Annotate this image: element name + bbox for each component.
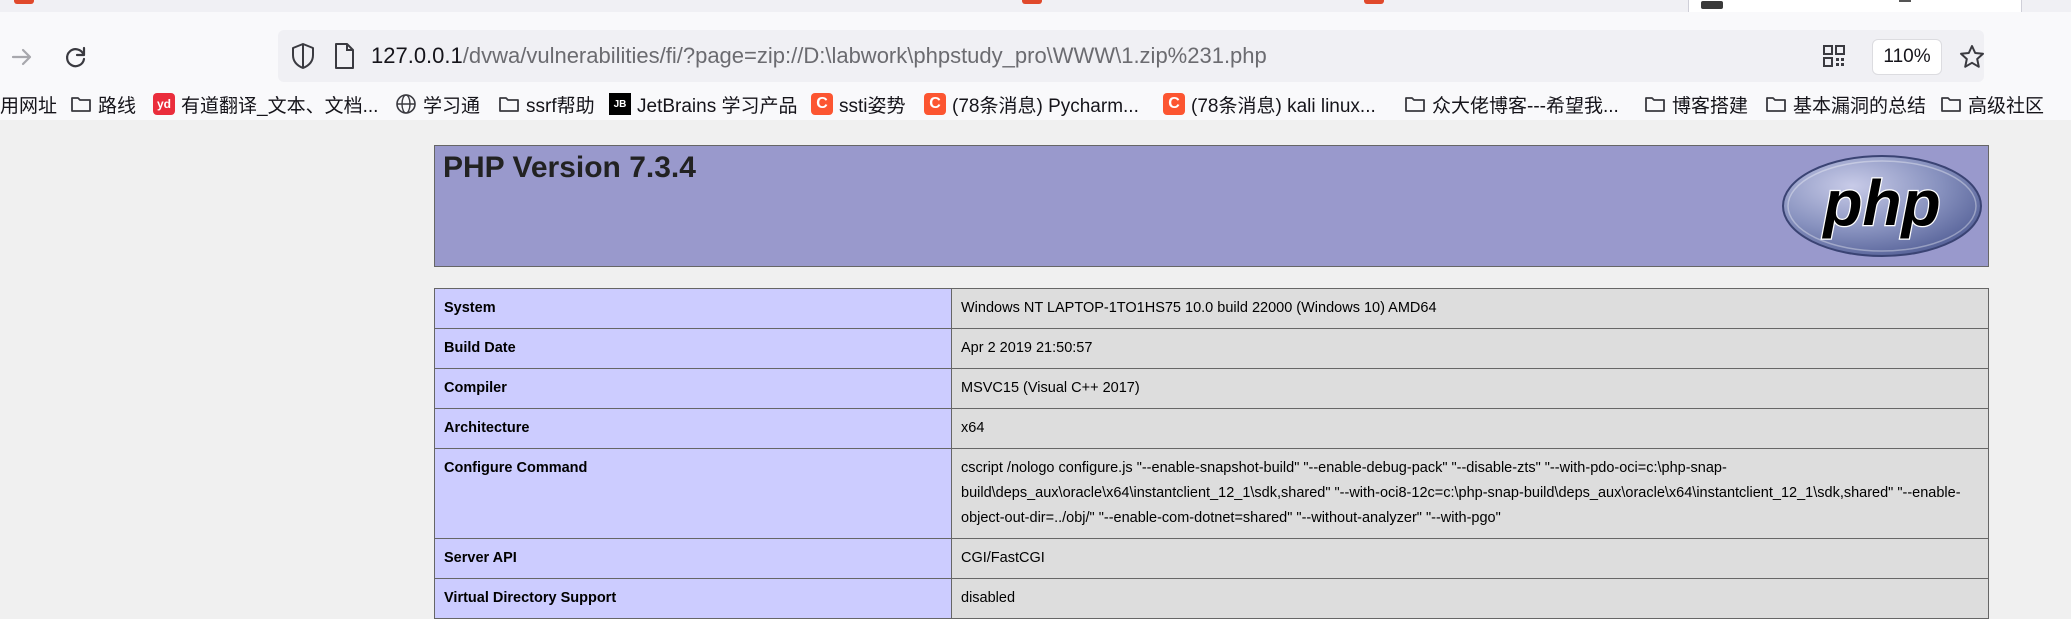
bookmark-label: 基本漏洞的总结 xyxy=(1793,95,1927,117)
bookmark-label: 路线 xyxy=(98,95,137,117)
info-key: Compiler xyxy=(434,368,952,409)
folder-icon xyxy=(1404,94,1426,114)
url-text[interactable]: 127.0.0.1/dvwa/vulnerabilities/fi/?page=… xyxy=(371,42,1267,70)
bookmarks-toolbar: 用网址 路线 yd 有道翻译_文本、文档... 学习通 ssrf帮助 JB Je… xyxy=(0,88,2071,120)
tab-favicon-icon[interactable] xyxy=(1364,0,1384,4)
folder-icon xyxy=(498,94,520,114)
info-key: Server API xyxy=(434,538,952,579)
table-row: Server API CGI/FastCGI xyxy=(434,538,1989,579)
url-host: 127.0.0.1 xyxy=(371,43,463,68)
bookmark-item[interactable]: yd 有道翻译_文本、文档... xyxy=(153,90,378,118)
qr-code-icon[interactable] xyxy=(1822,44,1846,73)
bookmark-item[interactable]: 学习通 xyxy=(395,90,480,118)
bookmark-label: 博客搭建 xyxy=(1672,95,1749,117)
bookmark-item[interactable]: C (78条消息) Pycharm... xyxy=(924,90,1139,118)
forward-button[interactable] xyxy=(4,39,40,75)
bookmark-label: 众大佬博客---希望我... xyxy=(1432,95,1619,117)
folder-icon xyxy=(1940,94,1962,114)
url-path: /dvwa/vulnerabilities/fi/?page=zip://D:\… xyxy=(462,43,1267,68)
bookmark-label: (78条消息) kali linux... xyxy=(1191,95,1376,117)
info-value: Apr 2 2019 21:50:57 xyxy=(951,328,1989,369)
bookmark-label: 学习通 xyxy=(423,95,481,117)
navigation-toolbar: 127.0.0.1/dvwa/vulnerabilities/fi/?page=… xyxy=(0,12,2071,96)
globe-icon xyxy=(395,93,417,115)
info-key: Virtual Directory Support xyxy=(434,578,952,619)
address-bar[interactable]: 127.0.0.1/dvwa/vulnerabilities/fi/?page=… xyxy=(278,30,1984,82)
php-logo-text: php xyxy=(1821,167,1940,239)
bookmark-star-icon[interactable] xyxy=(1958,43,1986,76)
bookmark-item[interactable]: C ssti姿势 xyxy=(811,90,906,118)
tracking-protection-shield-icon[interactable] xyxy=(290,42,316,75)
bookmark-label: 高级社区 xyxy=(1968,95,2045,117)
folder-icon xyxy=(1644,94,1666,114)
info-key: Build Date xyxy=(434,328,952,369)
bookmark-folder[interactable]: ssrf帮助 xyxy=(498,90,595,118)
page-title: PHP Version 7.3.4 xyxy=(443,151,696,184)
php-logo[interactable]: php xyxy=(1780,152,1984,260)
bookmark-folder[interactable]: 路线 xyxy=(70,90,136,118)
tab-preview-text xyxy=(1899,0,1911,9)
youdao-icon: yd xyxy=(153,93,175,115)
tab-favicon-icon[interactable] xyxy=(1022,0,1042,4)
page-info-icon[interactable] xyxy=(332,42,356,75)
folder-icon xyxy=(70,94,92,114)
php-info-table: System Windows NT LAPTOP-1TO1HS75 10.0 bu… xyxy=(434,288,1989,619)
arrow-right-icon xyxy=(11,48,32,66)
jetbrains-icon: JB xyxy=(609,93,631,115)
info-key: System xyxy=(434,288,952,329)
tab-strip xyxy=(0,0,2071,18)
table-row: Configure Command cscript /nologo configu… xyxy=(434,448,1989,539)
reload-icon xyxy=(66,46,86,68)
bookmark-item[interactable]: C (78条消息) kali linux... xyxy=(1163,90,1376,118)
bookmark-item[interactable]: 用网址 xyxy=(0,90,57,118)
bookmark-label: ssrf帮助 xyxy=(526,95,595,117)
info-key: Configure Command xyxy=(434,448,952,539)
info-key: Architecture xyxy=(434,408,952,449)
info-value: CGI/FastCGI xyxy=(951,538,1989,579)
bookmark-label: 用网址 xyxy=(0,95,58,117)
csdn-icon: C xyxy=(1163,93,1185,115)
csdn-icon: C xyxy=(924,93,946,115)
info-value: MSVC15 (Visual C++ 2017) xyxy=(951,368,1989,409)
bookmark-folder[interactable]: 基本漏洞的总结 xyxy=(1765,90,1926,118)
table-row: Virtual Directory Support disabled xyxy=(434,578,1989,619)
table-row: Compiler MSVC15 (Visual C++ 2017) xyxy=(434,368,1989,409)
table-row: Architecture x64 xyxy=(434,408,1989,449)
bookmark-label: 有道翻译_文本、文档... xyxy=(181,95,379,117)
bookmark-folder[interactable]: 高级社区 xyxy=(1940,90,2044,118)
info-value: x64 xyxy=(951,408,1989,449)
bookmark-label: JetBrains 学习产品 xyxy=(637,95,798,117)
info-value: Windows NT LAPTOP-1TO1HS75 10.0 build 22… xyxy=(951,288,1989,329)
csdn-icon: C xyxy=(811,93,833,115)
window-icon xyxy=(1701,1,1723,9)
zoom-level-button[interactable]: 110% xyxy=(1872,39,1942,75)
tab-favicon-icon[interactable] xyxy=(14,0,34,4)
bookmark-folder[interactable]: 博客搭建 xyxy=(1644,90,1748,118)
info-value: disabled xyxy=(951,578,1989,619)
bookmark-folder[interactable]: 众大佬博客---希望我... xyxy=(1404,90,1619,118)
page-content: PHP Version 7.3.4 php System Windows NT L… xyxy=(0,132,2071,619)
table-row: Build Date Apr 2 2019 21:50:57 xyxy=(434,328,1989,369)
reload-button[interactable] xyxy=(58,39,94,75)
php-version-header: PHP Version 7.3.4 php xyxy=(434,145,1989,267)
info-value: cscript /nologo configure.js "--enable-s… xyxy=(951,448,1989,539)
bookmark-label: (78条消息) Pycharm... xyxy=(952,95,1139,117)
folder-icon xyxy=(1765,94,1787,114)
table-row: System Windows NT LAPTOP-1TO1HS75 10.0 bu… xyxy=(434,288,1989,329)
bookmark-label: ssti姿势 xyxy=(839,95,906,117)
bookmark-item[interactable]: JB JetBrains 学习产品 xyxy=(609,90,797,118)
